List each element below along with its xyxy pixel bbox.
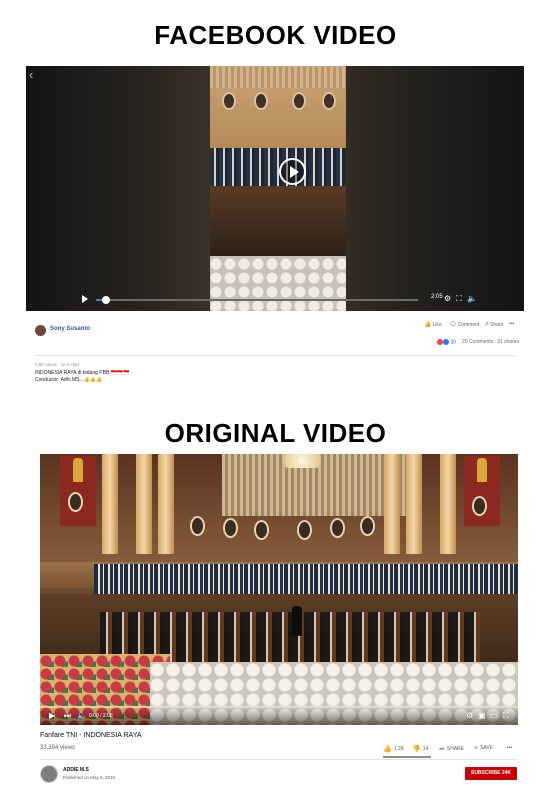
theater-icon[interactable]: ▭	[490, 711, 498, 721]
thumbs-up-icon: 👍	[383, 746, 392, 753]
like-ratio-fill	[383, 756, 431, 758]
comparison-page: FACEBOOK VIDEO ‹ 2:05 ⚙ ⛶ 🔈 Sony Susanto…	[0, 0, 551, 810]
play-circle-icon[interactable]	[279, 158, 306, 185]
shares-count[interactable]: 31 shares	[497, 339, 519, 345]
like-button[interactable]: 👍Like	[424, 321, 442, 328]
like-label: Like	[432, 322, 442, 328]
share-icon: ↗	[484, 322, 490, 328]
portrait-medallion	[223, 518, 238, 538]
progress-knob[interactable]	[101, 296, 110, 304]
save-label: SAVE	[480, 745, 494, 751]
portrait-medallion	[68, 492, 83, 512]
save-button[interactable]: ≡ SAVE	[474, 745, 493, 752]
add-to-playlist-icon: ≡	[474, 745, 479, 752]
golden-statue	[477, 458, 487, 482]
video-title: Fanfare TNI - INDONESIA RAYA	[40, 732, 142, 739]
column	[384, 454, 400, 554]
reactions[interactable]: 30	[437, 339, 456, 345]
fullscreen-icon[interactable]: ⛶	[503, 711, 509, 721]
like-ratio-bar	[383, 756, 431, 758]
like-reaction-icon	[443, 339, 449, 345]
column	[406, 454, 422, 554]
comments-count[interactable]: 20 Comments	[462, 339, 493, 345]
divider	[40, 759, 518, 760]
youtube-progress-bar[interactable]	[40, 706, 518, 708]
divider	[35, 355, 515, 356]
share-label: SHARE	[446, 746, 465, 752]
thumbs-down-icon: 👎	[412, 746, 421, 753]
channel-name[interactable]: ADDIE M.S	[63, 767, 89, 773]
portrait-medallion	[360, 516, 375, 536]
column	[158, 454, 174, 554]
miniplayer-icon[interactable]: ▣	[478, 711, 486, 721]
play-icon[interactable]: ▶	[49, 711, 55, 721]
choir-rows	[94, 564, 518, 594]
subscribe-button[interactable]: SUBSCRIBE 24K	[465, 767, 517, 780]
chandelier	[275, 454, 329, 468]
more-button[interactable]: •••	[507, 745, 512, 751]
portrait-medallion	[254, 520, 269, 540]
like-button[interactable]: 👍 1.2K	[383, 745, 404, 753]
original-video-heading: ORIGINAL VIDEO	[164, 418, 387, 448]
caption-line: Conductor: Adhi MS...👍👍👍	[35, 377, 103, 383]
portrait-medallion	[254, 92, 268, 110]
column	[102, 454, 118, 554]
play-icon[interactable]	[82, 295, 88, 303]
choir-rows	[210, 148, 346, 186]
portrait-medallion	[222, 92, 236, 110]
like-count: 1.2K	[393, 746, 405, 752]
facebook-video-player[interactable]: ‹ 2:05 ⚙ ⛶ 🔈	[26, 66, 524, 311]
golden-statue	[73, 458, 83, 482]
more-button[interactable]: •••	[509, 321, 514, 327]
fullscreen-icon[interactable]: ⛶	[456, 294, 462, 304]
portrait-medallion	[330, 518, 345, 538]
thumbs-up-icon: 👍	[424, 322, 432, 328]
volume-icon[interactable]: 🔈	[77, 711, 87, 721]
video-frame	[210, 66, 346, 311]
video-time: 2:05	[431, 294, 443, 300]
next-icon[interactable]: ⏭	[64, 711, 71, 721]
share-icon: ➦	[439, 746, 445, 753]
gear-icon[interactable]: ⚙	[444, 294, 451, 304]
comment-label: Comment	[457, 322, 480, 328]
author-name[interactable]: Sony Susanto	[50, 326, 90, 332]
volume-icon[interactable]: 🔈	[467, 294, 477, 304]
comment-button[interactable]: 🗨Comment	[449, 321, 479, 328]
share-button[interactable]: ↗Share	[484, 321, 503, 328]
published-date: Published on May 6, 2019	[63, 775, 116, 780]
video-time: 0:00 / 2:08	[89, 713, 113, 719]
portrait-medallion	[297, 520, 312, 540]
post-meta: 2.6K views · xx-X-ddd	[35, 362, 79, 367]
caption-line: INDONESIA RAYA di bidang PBB 🇮🇩🇮🇩🇮🇩	[35, 370, 130, 376]
comment-icon: 🗨	[449, 322, 457, 328]
share-button[interactable]: ➦ SHARE	[439, 745, 464, 753]
facebook-controls-bar: 2:05 ⚙ ⛶ 🔈	[26, 289, 524, 311]
blurred-left-fill	[26, 66, 210, 311]
dislike-button[interactable]: 👎 14	[412, 745, 428, 753]
conductor	[292, 606, 302, 636]
reactions-count: 30	[450, 339, 456, 346]
view-count: 33,394 views	[40, 745, 76, 751]
settings-icon[interactable]: ⚙	[466, 711, 473, 721]
chevron-left-icon[interactable]: ‹	[29, 67, 33, 82]
orchestra-stage	[210, 186, 346, 256]
blurred-right-fill	[346, 66, 524, 311]
facebook-progress-bar[interactable]	[96, 296, 418, 304]
avatar[interactable]	[35, 325, 46, 336]
portrait-medallion	[472, 496, 487, 516]
column	[136, 454, 152, 554]
facebook-video-heading: FACEBOOK VIDEO	[154, 20, 397, 50]
avatar[interactable]	[40, 765, 58, 783]
portrait-medallion	[292, 92, 306, 110]
column	[440, 454, 456, 554]
portrait-medallion	[190, 516, 205, 536]
dislike-count: 14	[422, 746, 429, 752]
portrait-medallion	[322, 92, 336, 110]
share-label: Share	[490, 322, 504, 328]
organ-pipes	[210, 66, 346, 88]
youtube-video-player[interactable]	[40, 454, 518, 725]
